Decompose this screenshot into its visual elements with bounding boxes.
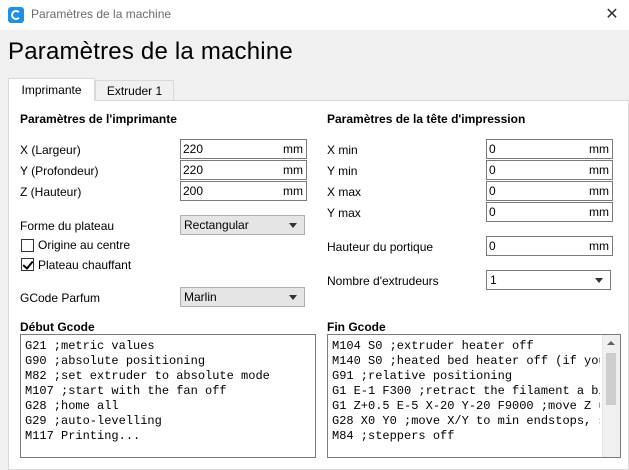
heated-bed-label: Plateau chauffant bbox=[38, 258, 132, 272]
start-gcode-title: Début Gcode bbox=[20, 320, 95, 334]
gantry-height-label: Hauteur du portique bbox=[327, 240, 434, 254]
origin-center-checkbox[interactable] bbox=[21, 239, 34, 252]
end-gcode-line: G28 X0 Y0 ;move X/Y to min endstops, so bbox=[332, 414, 600, 428]
start-gcode-line: G29 ;auto-levelling bbox=[25, 414, 162, 428]
chevron-down-icon bbox=[595, 278, 603, 283]
end-gcode-editor[interactable]: M104 S0 ;extruder heater off M140 S0 ;hea… bbox=[327, 334, 621, 458]
start-gcode-line: M82 ;set extruder to absolute mode bbox=[25, 369, 270, 383]
x-min-field[interactable]: mm bbox=[486, 139, 613, 159]
gantry-height-input[interactable] bbox=[489, 238, 579, 254]
start-gcode-line: G21 ;metric values bbox=[25, 339, 155, 353]
chevron-down-icon bbox=[289, 295, 297, 300]
y-min-input[interactable] bbox=[489, 162, 579, 178]
y-min-label: Y min bbox=[327, 164, 358, 178]
x-max-input[interactable] bbox=[489, 183, 579, 199]
y-min-field[interactable]: mm bbox=[486, 160, 613, 180]
start-gcode-line: G28 ;home all bbox=[25, 399, 119, 413]
x-max-label: X max bbox=[327, 185, 362, 199]
unit-label: mm bbox=[589, 205, 609, 219]
title-bar: Paramètres de la machine ✕ bbox=[0, 0, 629, 30]
start-gcode-line: G90 ;absolute positioning bbox=[25, 354, 206, 368]
start-gcode-editor[interactable]: G21 ;metric values G90 ;absolute position… bbox=[20, 334, 316, 458]
close-icon[interactable]: ✕ bbox=[595, 0, 629, 30]
y-max-field[interactable]: mm bbox=[486, 202, 613, 222]
unit-label: mm bbox=[283, 163, 303, 177]
z-height-label: Z (Hauteur) bbox=[20, 185, 82, 199]
tab-imprimante[interactable]: Imprimante bbox=[8, 78, 95, 101]
end-gcode-line: G1 Z+0.5 E-5 X-20 Y-20 F9000 ;move Z up bbox=[332, 399, 600, 413]
cura-logo-icon bbox=[8, 7, 24, 23]
tab-extruder-1[interactable]: Extruder 1 bbox=[95, 80, 174, 101]
y-depth-input[interactable] bbox=[183, 162, 273, 178]
end-gcode-title: Fin Gcode bbox=[327, 320, 386, 334]
head-settings-title: Paramètres de la tête d'impression bbox=[327, 112, 526, 126]
x-max-field[interactable]: mm bbox=[486, 181, 613, 201]
printer-settings-title: Paramètres de l'imprimante bbox=[20, 112, 177, 126]
extruder-count-dropdown[interactable]: 1 bbox=[486, 270, 611, 290]
x-min-input[interactable] bbox=[489, 141, 579, 157]
plate-shape-dropdown[interactable]: Rectangular bbox=[180, 215, 305, 235]
gantry-height-field[interactable]: mm bbox=[486, 236, 613, 256]
unit-label: mm bbox=[283, 142, 303, 156]
unit-label: mm bbox=[589, 239, 609, 253]
unit-label: mm bbox=[589, 163, 609, 177]
x-width-input[interactable] bbox=[183, 141, 273, 157]
window-title: Paramètres de la machine bbox=[31, 7, 172, 21]
start-gcode-lines: G21 ;metric values G90 ;absolute position… bbox=[25, 339, 270, 444]
end-gcode-line: M104 S0 ;extruder heater off bbox=[332, 339, 534, 353]
y-depth-field[interactable]: mm bbox=[180, 160, 307, 180]
plate-shape-label: Forme du plateau bbox=[20, 219, 115, 233]
end-gcode-line: M84 ;steppers off bbox=[332, 429, 455, 443]
unit-label: mm bbox=[589, 184, 609, 198]
end-gcode-scrollbar[interactable] bbox=[602, 335, 620, 457]
y-max-label: Y max bbox=[327, 206, 361, 220]
origin-center-label: Origine au centre bbox=[38, 238, 131, 252]
start-gcode-line: M117 Printing... bbox=[25, 429, 141, 443]
gcode-flavor-dropdown[interactable]: Marlin bbox=[180, 287, 305, 307]
plate-shape-value: Rectangular bbox=[184, 218, 249, 232]
z-height-input[interactable] bbox=[183, 183, 273, 199]
end-gcode-lines: M104 S0 ;extruder heater off M140 S0 ;hea… bbox=[332, 339, 600, 444]
start-gcode-line: M107 ;start with the fan off bbox=[25, 384, 227, 398]
y-depth-label: Y (Profondeur) bbox=[20, 164, 99, 178]
x-min-label: X min bbox=[327, 143, 358, 157]
unit-label: mm bbox=[589, 142, 609, 156]
extruder-count-value: 1 bbox=[490, 273, 497, 287]
scroll-up-icon[interactable] bbox=[607, 341, 615, 345]
page-title: Paramètres de la machine bbox=[8, 38, 293, 65]
extruder-count-label: Nombre d'extrudeurs bbox=[327, 274, 439, 288]
unit-label: mm bbox=[283, 184, 303, 198]
heated-bed-checkbox[interactable] bbox=[21, 258, 34, 271]
chevron-down-icon bbox=[289, 223, 297, 228]
x-width-label: X (Largeur) bbox=[20, 143, 81, 157]
y-max-input[interactable] bbox=[489, 204, 579, 220]
z-height-field[interactable]: mm bbox=[180, 181, 307, 201]
scroll-thumb[interactable] bbox=[606, 353, 616, 405]
gcode-flavor-value: Marlin bbox=[184, 290, 217, 304]
end-gcode-line: M140 S0 ;heated bed heater off (if you bbox=[332, 354, 600, 368]
end-gcode-line: G1 E-1 F300 ;retract the filament a bit bbox=[332, 384, 600, 398]
end-gcode-line: G91 ;relative positioning bbox=[332, 369, 513, 383]
x-width-field[interactable]: mm bbox=[180, 139, 307, 159]
gcode-flavor-label: GCode Parfum bbox=[20, 291, 101, 305]
